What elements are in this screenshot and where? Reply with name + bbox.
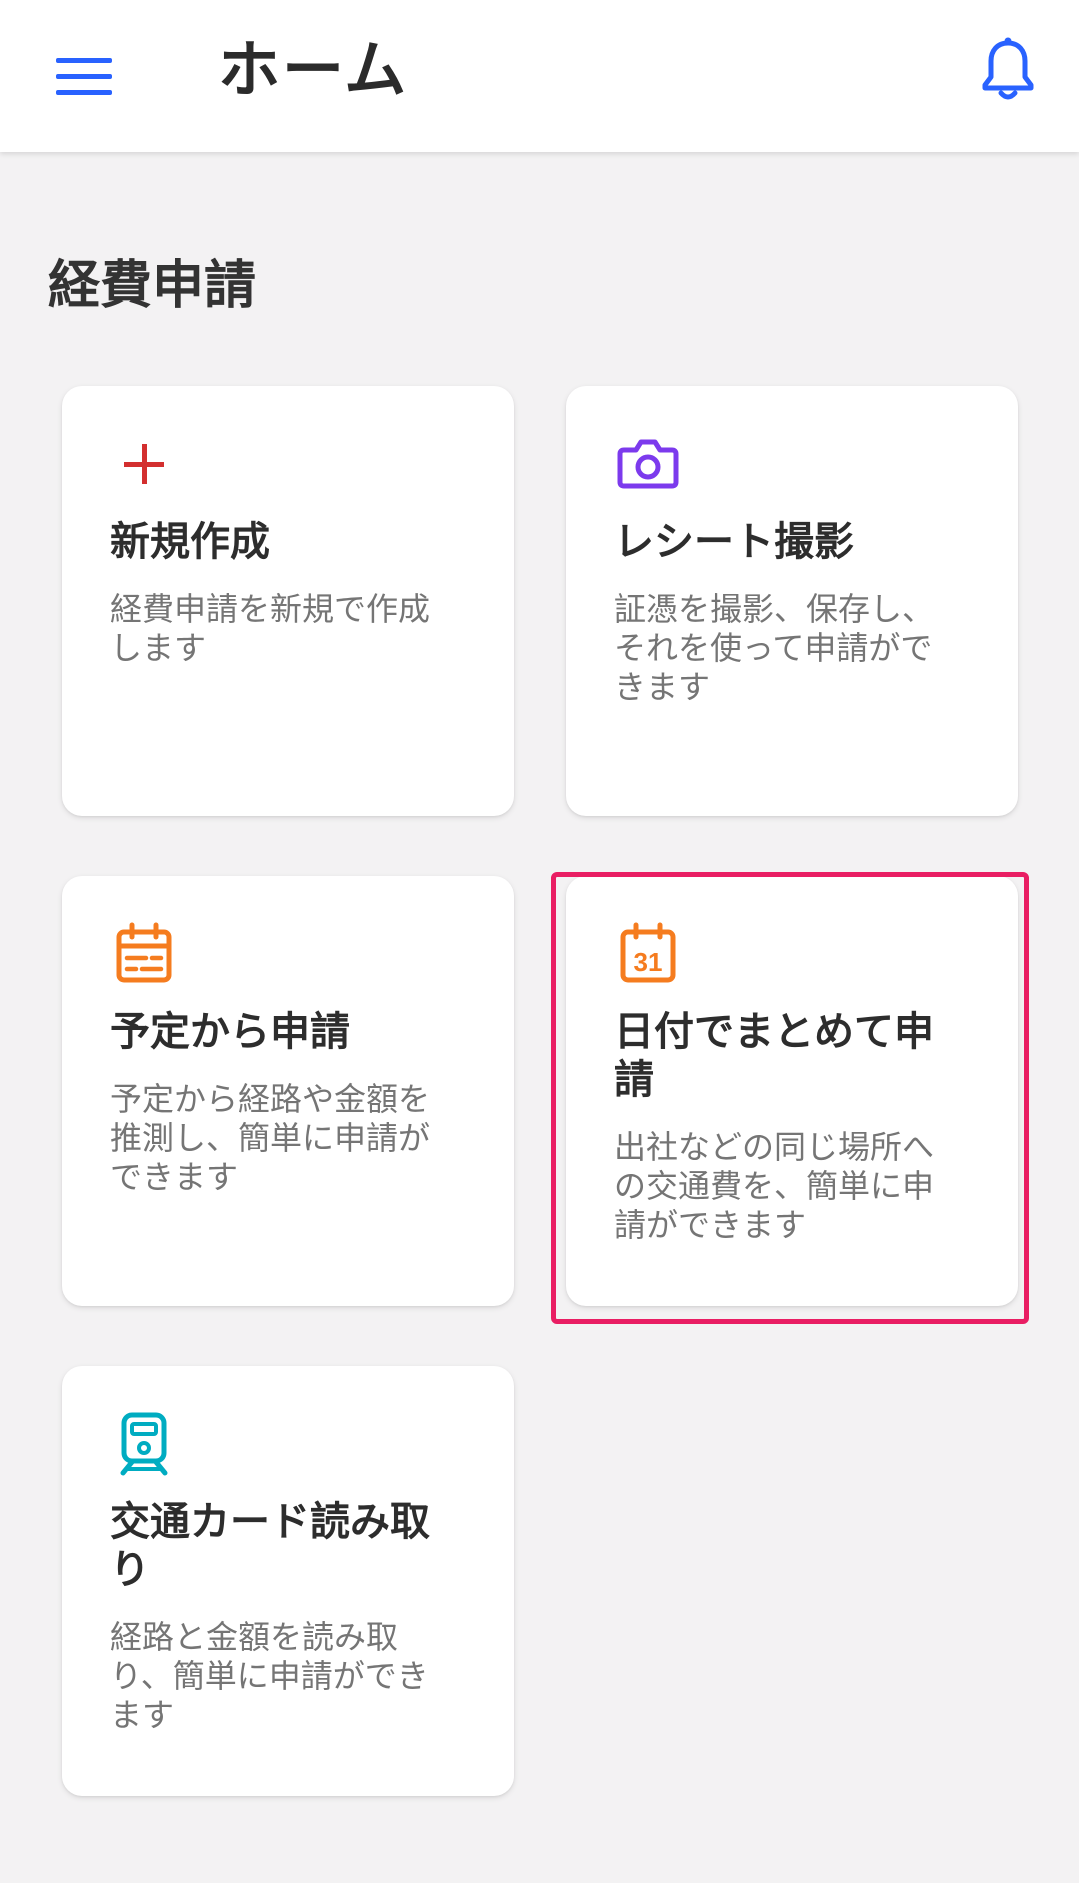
card-title: 予定から申請 — [110, 1009, 350, 1055]
card-description: 経路と金額を読み取 り、簡単に申請ができ ます — [110, 1618, 429, 1734]
card-description: 出社などの同じ場所へ の交通費を、簡単に申 請ができます — [614, 1128, 935, 1244]
bell-icon — [982, 37, 1034, 100]
hamburger-menu-icon — [56, 58, 112, 95]
train-icon — [120, 1412, 168, 1476]
from-schedule-card[interactable]: 予定から申請 予定から経路や金額を 推測し、簡単に申請が できます — [62, 876, 514, 1306]
card-title: 新規作成 — [110, 519, 270, 565]
calendar-icon — [116, 922, 172, 983]
card-title: レシート撮影 — [614, 519, 854, 565]
plus-icon — [124, 444, 164, 484]
card-description: 予定から経路や金額を 推測し、簡単に申請が できます — [110, 1080, 431, 1196]
menu-button[interactable] — [44, 36, 124, 116]
page-title: ホーム — [218, 33, 409, 106]
card-description: 証憑を撮影、保存し、 それを使って申請がで きます — [614, 590, 935, 706]
section-title: 経費申請 — [48, 256, 257, 316]
batch-by-date-card[interactable]: 31 日付でまとめて申 請 出社などの同じ場所へ の交通費を、簡単に申 請ができ… — [566, 876, 1018, 1306]
app-bar: ホーム — [0, 0, 1079, 152]
notification-button[interactable] — [968, 28, 1048, 112]
card-title: 交通カード読み取 り — [110, 1499, 430, 1593]
card-title: 日付でまとめて申 請 — [614, 1009, 934, 1103]
calendar-31-icon: 31 — [620, 922, 676, 983]
new-expense-card[interactable]: 新規作成 経費申請を新規で作成 します — [62, 386, 514, 816]
transit-card-reader-card[interactable]: 交通カード読み取 り 経路と金額を読み取 り、簡単に申請ができ ます — [62, 1366, 514, 1796]
camera-icon — [617, 439, 679, 489]
svg-text:31: 31 — [634, 947, 663, 977]
receipt-photo-card[interactable]: レシート撮影 証憑を撮影、保存し、 それを使って申請がで きます — [566, 386, 1018, 816]
card-description: 経費申請を新規で作成 します — [110, 590, 431, 667]
